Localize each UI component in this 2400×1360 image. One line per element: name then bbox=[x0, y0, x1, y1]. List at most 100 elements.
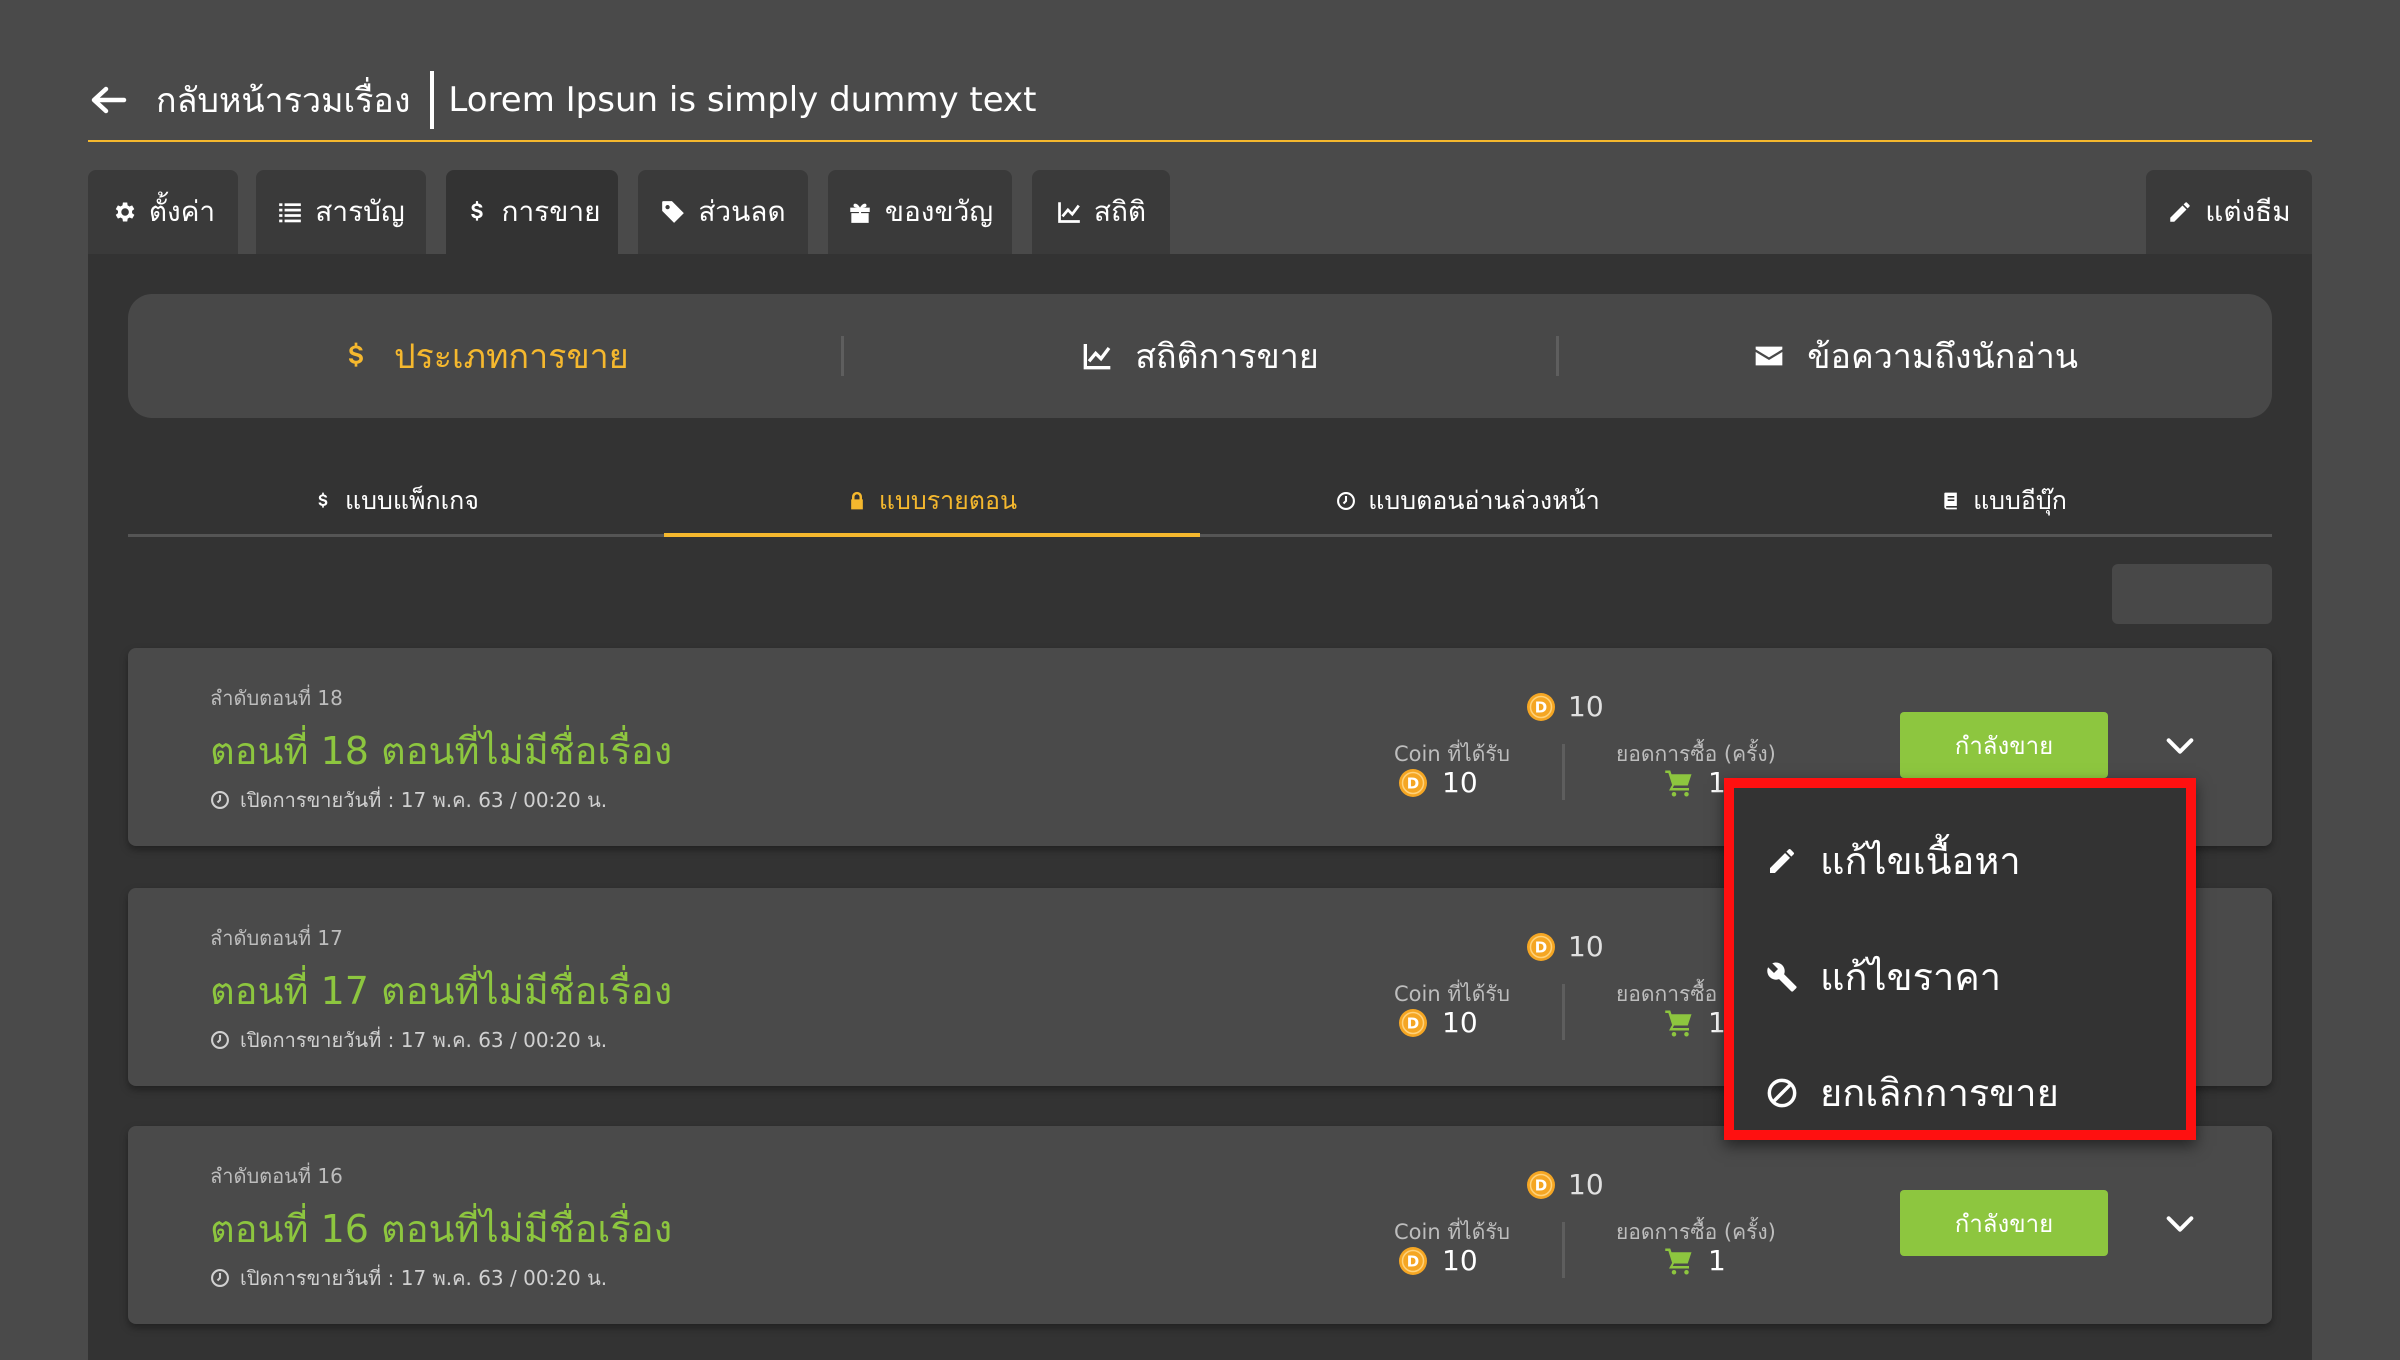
episode-sale-date: เปิดการขายวันที่ : 17 พ.ค. 63 / 00:20 น. bbox=[210, 1024, 607, 1056]
purchase-count: 1 bbox=[1664, 766, 1726, 799]
coin-icon: D bbox=[1527, 1170, 1555, 1199]
segment-label: สถิติการขาย bbox=[1135, 337, 1319, 377]
header-divider bbox=[430, 71, 435, 129]
tab-discount[interactable]: ส่วนลด bbox=[638, 170, 808, 254]
stat-divider bbox=[1562, 744, 1565, 800]
cart-icon bbox=[1665, 770, 1692, 796]
subtab-label: แบบอีบุ๊ก bbox=[1973, 486, 2067, 515]
episode-sale-date: เปิดการขายวันที่ : 17 พ.ค. 63 / 00:20 น. bbox=[210, 1262, 607, 1294]
sale-date-text: เปิดการขายวันที่ : 17 พ.ค. 63 / 00:20 น. bbox=[240, 1028, 608, 1052]
menu-item-edit-content[interactable]: แก้ไขเนื้อหา bbox=[1766, 830, 2021, 891]
sale-type-tabs: แบบแพ็กเกจ แบบรายตอน แบบตอนอ่านล่วงหน้า … bbox=[128, 468, 2272, 537]
subtab-package[interactable]: แบบแพ็กเกจ bbox=[128, 468, 664, 534]
list-icon bbox=[279, 203, 302, 223]
segment-label: ประเภทการขาย bbox=[393, 337, 629, 377]
subtab-per-episode[interactable]: แบบรายตอน bbox=[664, 468, 1200, 537]
segment-reader-message[interactable]: ข้อความถึงนักอ่าน bbox=[1559, 329, 2272, 383]
coin-received-value: 10 bbox=[1442, 1244, 1478, 1277]
svg-text:D: D bbox=[1407, 1252, 1419, 1270]
gear-icon bbox=[115, 202, 135, 222]
pencil-icon bbox=[2170, 202, 2191, 222]
status-selling-button[interactable]: กำลังขาย bbox=[1900, 712, 2108, 778]
menu-item-label: แก้ไขราคา bbox=[1820, 955, 2002, 999]
top-tab-bar: ตั้งค่า สารบัญ การขาย ส่วนลด ของขวัญ สถิ… bbox=[88, 170, 2312, 254]
coin-received-value: 10 bbox=[1442, 766, 1478, 799]
subtab-label: แบบแพ็กเกจ bbox=[345, 486, 479, 515]
purchase-count-value: 1 bbox=[1708, 1244, 1726, 1277]
episode-sale-date: เปิดการขายวันที่ : 17 พ.ค. 63 / 00:20 น. bbox=[210, 784, 607, 816]
segment-sale-type[interactable]: ประเภทการขาย bbox=[128, 329, 841, 383]
coin-received-value: 10 bbox=[1442, 1006, 1478, 1039]
svg-text:D: D bbox=[1535, 1176, 1547, 1194]
chevron-down-icon[interactable] bbox=[2156, 722, 2204, 770]
coin-icon: D bbox=[1399, 768, 1427, 797]
page-header: กลับหน้ารวมเรื่อง Lorem Ipsun is simply … bbox=[88, 60, 2312, 142]
coin-icon: D bbox=[1399, 1008, 1427, 1037]
lock-icon bbox=[851, 491, 863, 510]
segment-sales-stats[interactable]: สถิติการขาย bbox=[844, 329, 1557, 383]
episode-card: ลำดับตอนที่ 16 ตอนที่ 16 ตอนที่ไม่มีชื่อ… bbox=[128, 1126, 2272, 1324]
sale-date-text: เปิดการขายวันที่ : 17 พ.ค. 63 / 00:20 น. bbox=[240, 788, 608, 812]
price-value: 10 bbox=[1568, 690, 1604, 723]
episode-title[interactable]: ตอนที่ 18 ตอนที่ไม่มีชื่อเรื่อง bbox=[210, 720, 672, 781]
episode-actions-menu: แก้ไขเนื้อหา แก้ไขราคา ยกเลิกการขาย bbox=[1724, 778, 2196, 1140]
tag-icon bbox=[662, 201, 685, 223]
tab-label: ของขวัญ bbox=[884, 195, 994, 228]
coin-icon: D bbox=[1527, 932, 1555, 961]
menu-item-edit-price[interactable]: แก้ไขราคา bbox=[1766, 946, 2001, 1007]
svg-text:D: D bbox=[1407, 774, 1419, 792]
cart-icon bbox=[1665, 1248, 1692, 1274]
tab-label: ส่วนลด bbox=[698, 195, 786, 228]
episode-price: D 10 bbox=[1526, 930, 1604, 963]
back-arrow-icon[interactable] bbox=[88, 80, 128, 120]
dollar-icon bbox=[348, 342, 363, 367]
tab-settings[interactable]: ตั้งค่า bbox=[88, 170, 238, 254]
sales-segment-bar: ประเภทการขาย สถิติการขาย ข้อความถึงนักอ่… bbox=[128, 294, 2272, 418]
pencil-icon bbox=[1770, 848, 1794, 873]
clock-icon bbox=[211, 791, 229, 809]
episode-order: ลำดับตอนที่ 16 bbox=[210, 1164, 343, 1188]
subtab-ebook[interactable]: แบบอีบุ๊ก bbox=[1736, 468, 2272, 534]
book-icon bbox=[1944, 492, 1957, 510]
chevron-down-icon[interactable] bbox=[2156, 1200, 2204, 1248]
coin-icon: D bbox=[1399, 1246, 1427, 1275]
menu-item-cancel-sale[interactable]: ยกเลิกการขาย bbox=[1766, 1062, 2059, 1123]
menu-item-label: แก้ไขเนื้อหา bbox=[1820, 839, 2021, 883]
story-title: Lorem Ipsun is simply dummy text bbox=[448, 80, 1037, 120]
dollar-icon bbox=[470, 201, 483, 221]
purchase-count: 1 bbox=[1664, 1244, 1726, 1277]
episode-title[interactable]: ตอนที่ 17 ตอนที่ไม่มีชื่อเรื่อง bbox=[210, 960, 672, 1021]
coin-received: D 10 bbox=[1398, 766, 1478, 799]
filter-button[interactable] bbox=[2112, 564, 2272, 624]
dollar-icon bbox=[318, 492, 328, 508]
price-value: 10 bbox=[1568, 930, 1604, 963]
theme-button[interactable]: แต่งธีม bbox=[2146, 170, 2312, 254]
episode-order: ลำดับตอนที่ 17 bbox=[210, 926, 343, 950]
tab-gifts[interactable]: ของขวัญ bbox=[828, 170, 1012, 254]
coin-icon: D bbox=[1527, 692, 1555, 721]
clock-icon bbox=[211, 1269, 229, 1287]
menu-item-label: ยกเลิกการขาย bbox=[1820, 1071, 2059, 1115]
subtab-label: แบบรายตอน bbox=[878, 486, 1018, 515]
svg-text:D: D bbox=[1535, 938, 1547, 956]
subtab-early-access[interactable]: แบบตอนอ่านล่วงหน้า bbox=[1200, 468, 1736, 534]
cart-icon bbox=[1665, 1010, 1692, 1036]
ban-icon bbox=[1767, 1078, 1797, 1107]
svg-text:D: D bbox=[1535, 698, 1547, 716]
back-link[interactable]: กลับหน้ารวมเรื่อง bbox=[156, 73, 410, 127]
tab-statistics[interactable]: สถิติ bbox=[1032, 170, 1170, 254]
episode-order: ลำดับตอนที่ 18 bbox=[210, 686, 343, 710]
tab-sales[interactable]: การขาย bbox=[446, 170, 618, 254]
segment-label: ข้อความถึงนักอ่าน bbox=[1807, 337, 2079, 377]
tab-label: แต่งธีม bbox=[2205, 195, 2291, 228]
tab-contents[interactable]: สารบัญ bbox=[256, 170, 426, 254]
clock-icon bbox=[211, 1031, 229, 1049]
status-selling-button[interactable]: กำลังขาย bbox=[1900, 1190, 2108, 1256]
wrench-icon bbox=[1767, 961, 1797, 992]
episode-title[interactable]: ตอนที่ 16 ตอนที่ไม่มีชื่อเรื่อง bbox=[210, 1198, 672, 1259]
clock-icon bbox=[1337, 492, 1356, 510]
subtab-label: แบบตอนอ่านล่วงหน้า bbox=[1368, 486, 1600, 515]
tab-label: ตั้งค่า bbox=[148, 195, 216, 228]
tab-label: สถิติ bbox=[1093, 195, 1147, 228]
gift-icon bbox=[850, 203, 870, 223]
